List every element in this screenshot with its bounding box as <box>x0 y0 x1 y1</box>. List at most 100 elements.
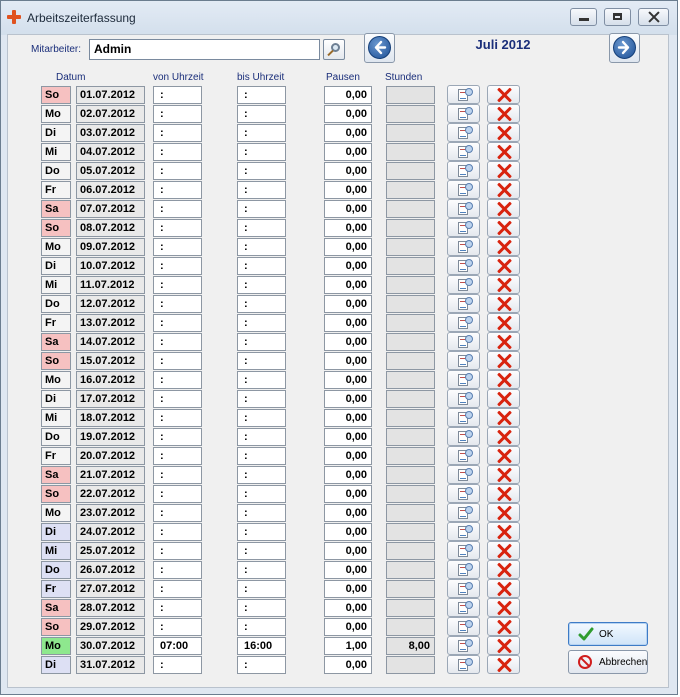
delete-row-button[interactable] <box>487 560 520 579</box>
breaks-input[interactable]: 0,00 <box>324 143 372 161</box>
from-time-input[interactable]: : <box>153 162 202 180</box>
delete-row-button[interactable] <box>487 446 520 465</box>
from-time-input[interactable]: : <box>153 409 202 427</box>
breaks-input[interactable]: 0,00 <box>324 561 372 579</box>
breaks-input[interactable]: 0,00 <box>324 276 372 294</box>
from-time-input[interactable]: : <box>153 580 202 598</box>
to-time-input[interactable]: : <box>237 105 286 123</box>
delete-row-button[interactable] <box>487 123 520 142</box>
to-time-input[interactable]: : <box>237 504 286 522</box>
delete-row-button[interactable] <box>487 351 520 370</box>
edit-row-button[interactable] <box>447 636 480 655</box>
breaks-input[interactable]: 0,00 <box>324 656 372 674</box>
edit-row-button[interactable] <box>447 351 480 370</box>
delete-row-button[interactable] <box>487 180 520 199</box>
from-time-input[interactable]: : <box>153 200 202 218</box>
to-time-input[interactable]: : <box>237 181 286 199</box>
breaks-input[interactable]: 0,00 <box>324 105 372 123</box>
edit-row-button[interactable] <box>447 427 480 446</box>
breaks-input[interactable]: 0,00 <box>324 333 372 351</box>
delete-row-button[interactable] <box>487 617 520 636</box>
delete-row-button[interactable] <box>487 104 520 123</box>
breaks-input[interactable]: 0,00 <box>324 428 372 446</box>
delete-row-button[interactable] <box>487 237 520 256</box>
delete-row-button[interactable] <box>487 598 520 617</box>
edit-row-button[interactable] <box>447 370 480 389</box>
edit-row-button[interactable] <box>447 313 480 332</box>
to-time-input[interactable]: : <box>237 295 286 313</box>
from-time-input[interactable]: : <box>153 333 202 351</box>
breaks-input[interactable]: 0,00 <box>324 580 372 598</box>
delete-row-button[interactable] <box>487 655 520 674</box>
to-time-input[interactable]: : <box>237 219 286 237</box>
delete-row-button[interactable] <box>487 85 520 104</box>
edit-row-button[interactable] <box>447 123 480 142</box>
delete-row-button[interactable] <box>487 484 520 503</box>
close-button[interactable] <box>638 8 669 26</box>
to-time-input[interactable]: : <box>237 238 286 256</box>
employee-field[interactable]: Admin <box>89 39 320 60</box>
breaks-input[interactable]: 1,00 <box>324 637 372 655</box>
edit-row-button[interactable] <box>447 104 480 123</box>
breaks-input[interactable]: 0,00 <box>324 371 372 389</box>
edit-row-button[interactable] <box>447 294 480 313</box>
breaks-input[interactable]: 0,00 <box>324 314 372 332</box>
to-time-input[interactable]: : <box>237 447 286 465</box>
to-time-input[interactable]: : <box>237 333 286 351</box>
breaks-input[interactable]: 0,00 <box>324 86 372 104</box>
delete-row-button[interactable] <box>487 275 520 294</box>
edit-row-button[interactable] <box>447 218 480 237</box>
from-time-input[interactable]: 07:00 <box>153 637 202 655</box>
breaks-input[interactable]: 0,00 <box>324 257 372 275</box>
delete-row-button[interactable] <box>487 503 520 522</box>
edit-row-button[interactable] <box>447 237 480 256</box>
delete-row-button[interactable] <box>487 408 520 427</box>
breaks-input[interactable]: 0,00 <box>324 599 372 617</box>
from-time-input[interactable]: : <box>153 428 202 446</box>
from-time-input[interactable]: : <box>153 276 202 294</box>
delete-row-button[interactable] <box>487 579 520 598</box>
from-time-input[interactable]: : <box>153 181 202 199</box>
from-time-input[interactable]: : <box>153 86 202 104</box>
breaks-input[interactable]: 0,00 <box>324 447 372 465</box>
edit-row-button[interactable] <box>447 161 480 180</box>
to-time-input[interactable]: : <box>237 352 286 370</box>
to-time-input[interactable]: : <box>237 428 286 446</box>
cancel-button[interactable]: Abbrechen <box>568 650 648 674</box>
breaks-input[interactable]: 0,00 <box>324 181 372 199</box>
to-time-input[interactable]: : <box>237 542 286 560</box>
to-time-input[interactable]: : <box>237 561 286 579</box>
delete-row-button[interactable] <box>487 218 520 237</box>
to-time-input[interactable]: : <box>237 466 286 484</box>
edit-row-button[interactable] <box>447 275 480 294</box>
to-time-input[interactable]: : <box>237 656 286 674</box>
edit-row-button[interactable] <box>447 541 480 560</box>
edit-row-button[interactable] <box>447 522 480 541</box>
from-time-input[interactable]: : <box>153 238 202 256</box>
employee-search-button[interactable] <box>323 39 345 60</box>
from-time-input[interactable]: : <box>153 485 202 503</box>
to-time-input[interactable]: : <box>237 86 286 104</box>
delete-row-button[interactable] <box>487 256 520 275</box>
delete-row-button[interactable] <box>487 636 520 655</box>
to-time-input[interactable]: : <box>237 162 286 180</box>
breaks-input[interactable]: 0,00 <box>324 124 372 142</box>
edit-row-button[interactable] <box>447 484 480 503</box>
delete-row-button[interactable] <box>487 142 520 161</box>
edit-row-button[interactable] <box>447 199 480 218</box>
edit-row-button[interactable] <box>447 617 480 636</box>
breaks-input[interactable]: 0,00 <box>324 542 372 560</box>
from-time-input[interactable]: : <box>153 618 202 636</box>
from-time-input[interactable]: : <box>153 371 202 389</box>
title-bar[interactable]: Arbeitszeiterfassung <box>1 1 677 35</box>
to-time-input[interactable]: : <box>237 257 286 275</box>
breaks-input[interactable]: 0,00 <box>324 504 372 522</box>
breaks-input[interactable]: 0,00 <box>324 200 372 218</box>
edit-row-button[interactable] <box>447 655 480 674</box>
from-time-input[interactable]: : <box>153 390 202 408</box>
edit-row-button[interactable] <box>447 85 480 104</box>
delete-row-button[interactable] <box>487 199 520 218</box>
edit-row-button[interactable] <box>447 256 480 275</box>
breaks-input[interactable]: 0,00 <box>324 238 372 256</box>
delete-row-button[interactable] <box>487 370 520 389</box>
